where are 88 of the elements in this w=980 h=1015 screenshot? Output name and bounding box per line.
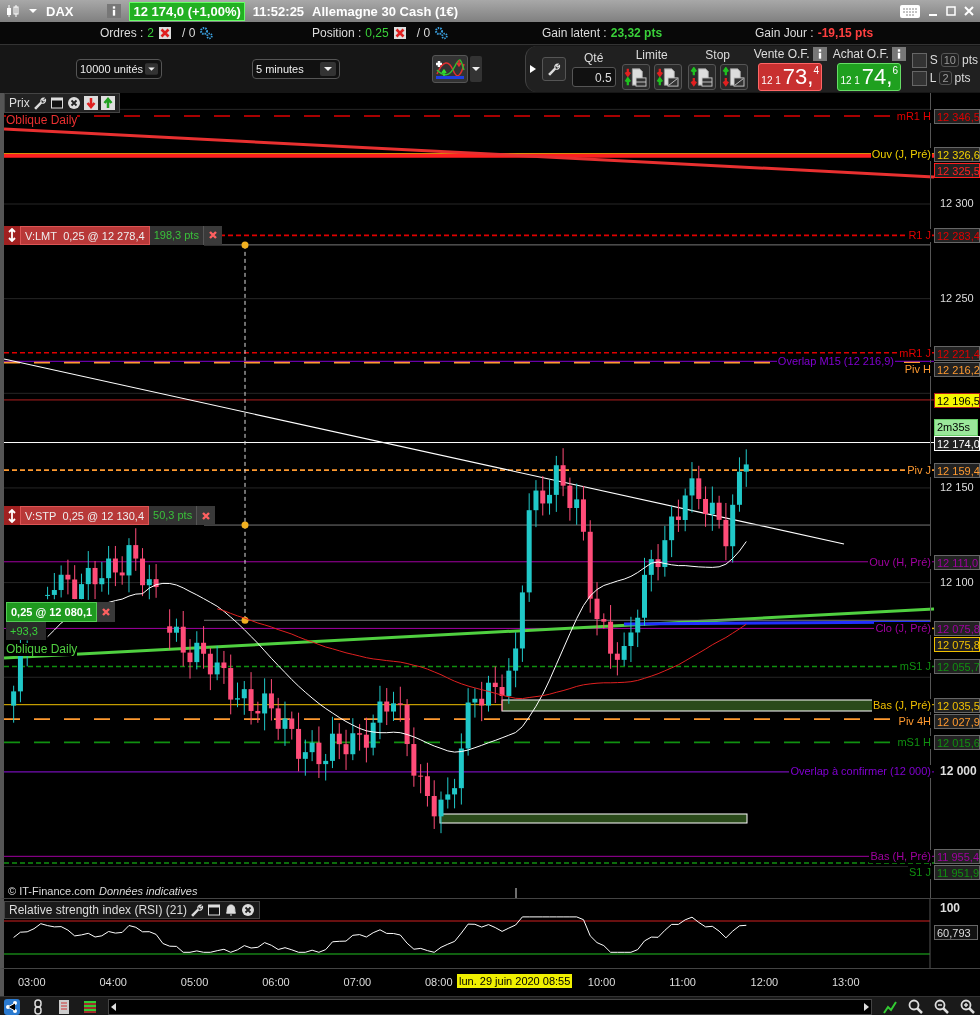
orders-auto-count: / 0 [182, 26, 196, 40]
price-tag: 12 159,4 [934, 463, 980, 479]
position-value: 0,25 [365, 26, 389, 40]
daily-gain-label: Gain Jour : [755, 26, 814, 40]
position-gain: +93,3 [6, 622, 46, 641]
price-tag: 12 035,5 [934, 697, 980, 713]
price-level-label: Overlap à confirmer (12 000) [789, 765, 932, 779]
time-tick-label: 03:00 [18, 976, 46, 988]
axis-tick-label: 12 000 [940, 764, 977, 778]
quantity-label: Qté [583, 51, 604, 65]
price-level-label: S1 J [908, 866, 932, 880]
order-gain: 198,3 pts [149, 225, 203, 245]
position-auto-count: / 0 [416, 26, 431, 40]
limit-label: Limite [635, 48, 668, 62]
time-tick-label: 06:00 [262, 976, 290, 988]
cursor-date-label: lun. 29 juin 2020 08:55 [457, 974, 573, 988]
symbol-name[interactable]: DAX [46, 3, 74, 19]
price-level-label: Bas (H, Pré) [869, 850, 932, 864]
position-label: Position : [312, 26, 362, 40]
price-tag: 12 346,5 [934, 108, 980, 124]
price-level-label: Overlap M15 (12 216,9) [776, 354, 895, 368]
price-level-label: mS1 J [898, 660, 932, 674]
daily-gain-value: -19,15 pts [817, 26, 874, 40]
time-tick-label: 04:00 [99, 976, 127, 988]
rsi-value-tag: 60,793 [934, 925, 978, 940]
time-tick-label: 12:00 [750, 976, 779, 988]
unrealized-gain-value: 23,32 pts [610, 26, 663, 40]
time-tick-label: 07:00 [343, 976, 372, 988]
unrealized-gain-label: Gain latent : [542, 26, 607, 40]
order-gain: 50,3 pts [149, 506, 197, 526]
trend-line-label: Oblique Daily [6, 114, 78, 127]
time-tick-label: 11:00 [669, 976, 696, 988]
price-level-label: mR1 J [898, 346, 932, 360]
orders-count: 2 [147, 26, 155, 40]
instrument-title: Allemagne 30 Cash (1€) [312, 3, 459, 19]
time-tick-label: 08:00 [425, 976, 453, 988]
period-dropdown[interactable]: 5 minutes [252, 59, 340, 79]
offset-field[interactable]: 2 [939, 71, 952, 85]
price-tag: 12 111,0 [934, 554, 980, 570]
indicator-title: Relative strength index (RSI) (21) [9, 903, 188, 917]
price-tag: 12 283,4 [934, 228, 980, 244]
price-level-label: Ouv (J, Pré) [870, 147, 932, 161]
price-tag: 12 075,8 [934, 637, 980, 653]
price-level-label: Piv J [906, 464, 932, 478]
trend-line-label: Oblique Daily [6, 643, 78, 656]
price-tag: 12 325,5 [934, 162, 980, 178]
axis-tick-label: 12 150 [940, 480, 974, 494]
position-label[interactable]: 0,25 @ 12 080,1 [6, 602, 98, 623]
order-label[interactable]: V:LMT 0,25 @ 12 278,4 [20, 225, 150, 245]
price-tag: 12 326,6 [934, 146, 980, 162]
offset-label: S [929, 53, 938, 67]
axis-tick-label: 12 100 [940, 575, 974, 589]
orders-label: Ordres : [100, 26, 144, 40]
price-level-label: mS1 H [896, 736, 932, 750]
stop-label: Stop [705, 48, 730, 62]
units-dropdown[interactable]: 10000 unités [76, 59, 162, 79]
price-level-label: Piv 4H [897, 714, 932, 728]
disclaimer-text: Données indicatives [98, 885, 198, 897]
copyright-text: © IT-Finance.com [8, 885, 95, 897]
order-label[interactable]: V:STP 0,25 @ 12 130,4 [20, 506, 150, 526]
candle-timer-badge: 2m35s [934, 418, 978, 436]
panel-title: Prix [9, 96, 30, 110]
axis-tick-label: 12 250 [940, 291, 974, 305]
buy-label: Achat O.F. [832, 47, 889, 61]
sell-label: Vente O.F. [753, 47, 810, 61]
price-change-badge: 12 174,0 (+1,00%) [129, 1, 245, 21]
price-tag: 11 955,4 [934, 849, 980, 865]
offset-unit: pts [954, 71, 971, 85]
offset-field[interactable]: 10 [940, 53, 959, 67]
time-tick-label: 13:00 [832, 976, 860, 988]
offset-label: L [929, 71, 937, 85]
axis-tick-label: 12 300 [940, 197, 974, 210]
time-tick-label: 05:00 [180, 976, 209, 988]
price-level-label: Bas (J, Pré) [871, 698, 932, 712]
price-level-label: Ouv (H, Pré) [868, 555, 932, 569]
price-level-label: Piv H [903, 362, 932, 376]
price-tag: 12 027,9 [934, 713, 980, 729]
quantity-field[interactable]: 0.5 [571, 67, 616, 87]
price-level-label: R1 J [907, 229, 932, 243]
price-tag: 12 221,4 [934, 345, 980, 361]
price-level-label: Clo (J, Pré) [874, 622, 932, 636]
price-tag: 11 951,9 [934, 865, 980, 881]
time-tick-label: 10:00 [587, 976, 616, 988]
price-tag: 12 075,8 [934, 621, 980, 637]
offset-unit: pts [962, 53, 978, 67]
price-tag: 12 216,2 [934, 361, 980, 377]
clock-time: 11:52:25 [252, 3, 305, 19]
axis-tick-label: 100 [940, 902, 961, 915]
